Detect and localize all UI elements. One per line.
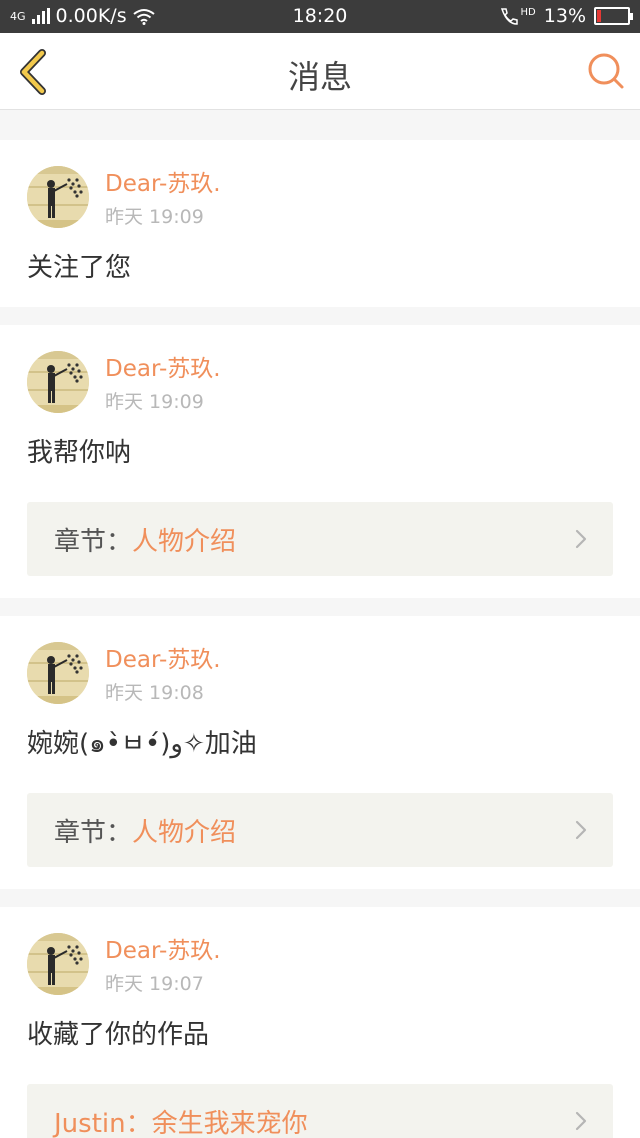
username[interactable]: Dear-苏玖. (105, 937, 221, 965)
avatar[interactable] (27, 166, 89, 228)
message-meta: Dear-苏玖. 昨天 19:08 (105, 646, 221, 705)
avatar[interactable] (27, 351, 89, 413)
message-card[interactable]: Dear-苏玖. 昨天 19:09 我帮你呐章节： 人物介绍 (0, 325, 640, 598)
message-card[interactable]: Dear-苏玖. 昨天 19:08 婉婉(๑•̀ㅂ•́)و✧加油章节： 人物介绍 (0, 616, 640, 889)
page-title: 消息 (287, 58, 352, 96)
message-meta: Dear-苏玖. 昨天 19:07 (105, 937, 221, 996)
message-meta: Dear-苏玖. 昨天 19:09 (105, 355, 221, 414)
timestamp: 昨天 19:09 (105, 206, 204, 228)
timestamp: 昨天 19:09 (105, 391, 204, 413)
search-button[interactable] (586, 51, 626, 91)
reference-title: 人物介绍 (132, 526, 237, 557)
reference-label: 章节： (54, 817, 133, 848)
message-text: 我帮你呐 (27, 438, 132, 468)
reference-label: Justin： (54, 1108, 152, 1138)
reference-label: 章节： (54, 526, 133, 557)
avatar[interactable] (27, 642, 89, 704)
phone-hd-icon (500, 8, 518, 25)
message-text: 关注了您 (27, 253, 132, 283)
message-header: Dear-苏玖. 昨天 19:09 (27, 166, 613, 229)
reference-link[interactable]: Justin： 余生我来宠你 (27, 1084, 613, 1138)
message-header: Dear-苏玖. 昨天 19:07 (27, 933, 613, 996)
battery-icon (594, 7, 633, 25)
message-card[interactable]: Dear-苏玖. 昨天 19:07 收藏了你的作品 Justin： 余生我来宠你 (0, 907, 640, 1138)
status-right: HD 13% (499, 5, 633, 27)
avatar[interactable] (27, 933, 89, 995)
timestamp: 昨天 19:08 (105, 682, 204, 704)
username[interactable]: Dear-苏玖. (105, 170, 221, 198)
message-header: Dear-苏玖. 昨天 19:09 (27, 351, 613, 414)
reference-title: 人物介绍 (132, 817, 237, 848)
battery-fill (597, 10, 601, 22)
message-header: Dear-苏玖. 昨天 19:08 (27, 642, 613, 705)
hd-label: HD (520, 6, 536, 18)
message-meta: Dear-苏玖. 昨天 19:09 (105, 170, 221, 229)
message-card[interactable]: Dear-苏玖. 昨天 19:09 关注了您 (0, 140, 640, 307)
chevron-right-icon (575, 529, 587, 549)
reference-link[interactable]: 章节： 人物介绍 (27, 502, 613, 576)
top-nav-bar: 消息 (0, 33, 640, 110)
battery-percent: 13% (543, 5, 586, 27)
timestamp: 昨天 19:07 (105, 973, 204, 995)
username[interactable]: Dear-苏玖. (105, 355, 221, 383)
message-feed: Dear-苏玖. 昨天 19:09 关注了您 Dear-苏玖. 昨天 19:09 我帮你呐… (0, 120, 640, 1138)
reference-title: 余生我来宠你 (151, 1108, 308, 1138)
message-text: 婉婉(๑•̀ㅂ•́)و✧加油 (27, 729, 257, 759)
reference-link[interactable]: 章节： 人物介绍 (27, 793, 613, 867)
chevron-right-icon (575, 1111, 587, 1131)
message-text: 收藏了你的作品 (27, 1020, 210, 1050)
chevron-right-icon (575, 820, 587, 840)
status-bar: 4G 0.00K/s 18:20 HD 13% (0, 0, 640, 33)
username[interactable]: Dear-苏玖. (105, 646, 221, 674)
